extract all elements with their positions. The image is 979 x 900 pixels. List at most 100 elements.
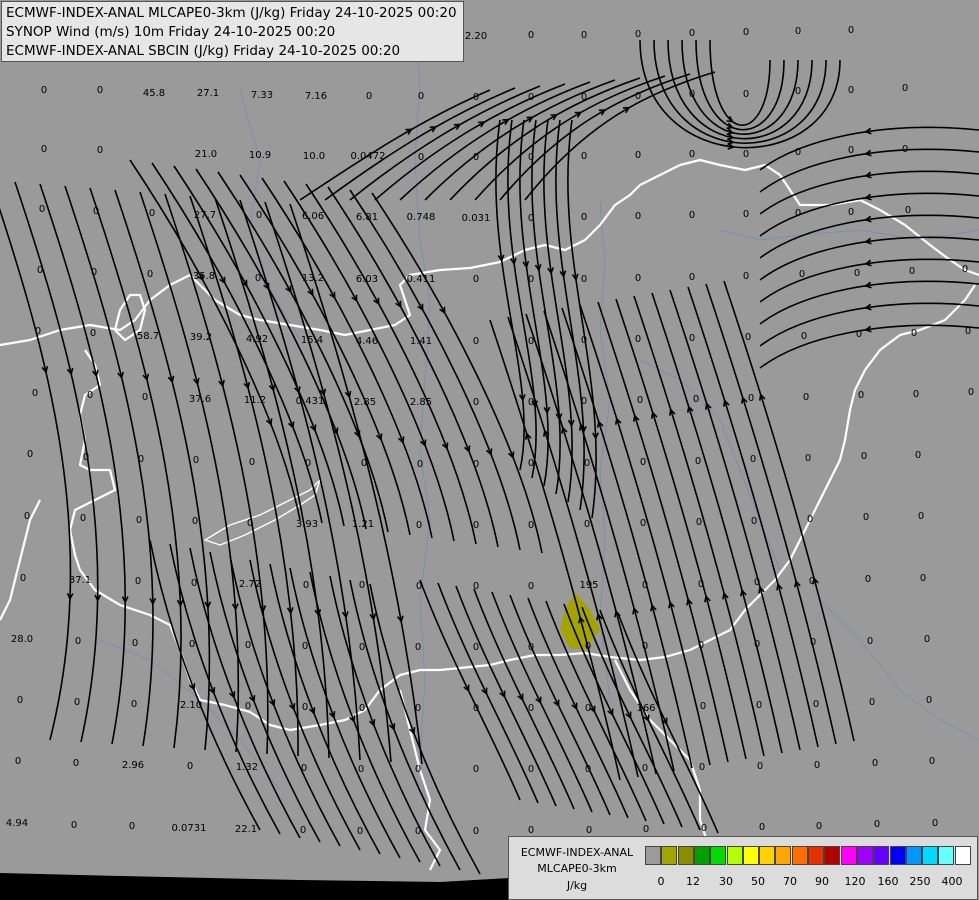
sbcin-value: 0 [473,520,479,531]
sbcin-value: 0 [585,641,591,652]
sbcin-value: 0 [32,388,38,399]
sbcin-value: 0 [473,274,479,285]
sbcin-value: 0 [93,206,99,217]
sbcin-value: 0 [795,147,801,158]
sbcin-value: 0 [74,697,80,708]
sbcin-value: 0 [699,762,705,773]
sbcin-value: 0 [905,205,911,216]
sbcin-value: 2.96 [122,760,144,771]
sbcin-value: 0 [303,580,309,591]
legend-swatch [710,846,727,865]
sbcin-value: 0 [795,86,801,97]
sbcin-value: 0 [581,396,587,407]
sbcin-value: 0 [743,27,749,38]
sbcin-value: 27.7 [194,210,216,221]
legend-swatch [742,846,759,865]
sbcin-value: 10.0 [303,151,325,162]
sbcin-value: 0 [748,393,754,404]
sbcin-value: 6.06 [302,211,324,222]
sbcin-value: 0 [473,336,479,347]
sbcin-value: 0 [359,580,365,591]
sbcin-value: 0 [415,703,421,714]
sbcin-value: 0 [585,764,591,775]
sbcin-value: 0 [689,149,695,160]
sbcin-value: 0 [586,825,592,836]
legend-swatch [677,846,694,865]
sbcin-value: 0 [584,458,590,469]
sbcin-value: 0 [856,329,862,340]
legend-tick-label: 90 [815,875,829,888]
sbcin-value: 0 [528,336,534,347]
sbcin-value: 0 [27,449,33,460]
legend-tick-label: 70 [783,875,797,888]
legend-tick-label: 400 [941,875,963,888]
sbcin-value: 0 [20,573,26,584]
sbcin-value: 0 [803,392,809,403]
sbcin-value: 0 [528,274,534,285]
sbcin-value: 0 [805,453,811,464]
sbcin-value: 0 [132,638,138,649]
sbcin-value: 0 [902,83,908,94]
sbcin-value: 0 [799,269,805,280]
sbcin-value: 1.41 [410,336,432,347]
sbcin-value: 0 [751,516,757,527]
sbcin-value: 0 [696,517,702,528]
sbcin-value: 0 [91,267,97,278]
sbcin-value: 45.8 [143,88,165,99]
title-sbcin: ECMWF-INDEX-ANAL SBCIN (J/kg) Friday 24-… [6,43,401,59]
sbcin-value: 0 [581,335,587,346]
sbcin-value: 4.92 [246,334,268,345]
sbcin-value: 0 [189,639,195,650]
sbcin-value: 15.4 [301,335,323,346]
sbcin-value: 0.411 [407,274,436,285]
sbcin-value: 27.1 [197,88,219,99]
sbcin-value: 0 [17,695,23,706]
title-synop-wind: SYNOP Wind (m/s) 10m Friday 24-10-2025 0… [6,24,336,40]
sbcin-value: 0 [138,454,144,465]
legend-swatch [661,846,678,865]
sbcin-value: 22.1 [235,824,257,835]
sbcin-value: 0 [965,326,971,337]
sbcin-value: 0 [743,271,749,282]
sbcin-value: 10.9 [249,150,271,161]
sbcin-value: 0 [911,328,917,339]
sbcin-value: 0 [581,212,587,223]
sbcin-value: 0 [302,641,308,652]
sbcin-value: 0 [473,152,479,163]
sbcin-value: 0 [247,518,253,529]
sbcin-value: 0 [814,760,820,771]
sbcin-value: 0 [861,451,867,462]
sbcin-value: 0 [858,390,864,401]
sbcin-value: 1.32 [236,762,258,773]
sbcin-value: 0 [913,389,919,400]
legend-swatch [889,846,906,865]
sbcin-value: 6.03 [356,274,378,285]
sbcin-value: 0 [302,702,308,713]
sbcin-value: 4.46 [356,336,378,347]
legend-swatch [873,846,890,865]
sbcin-value: 0 [810,637,816,648]
legend-swatch [775,846,792,865]
title-mlcape: ECMWF-INDEX-ANAL MLCAPE0-3km (J/kg) Frid… [6,5,457,21]
sbcin-value: 0 [581,151,587,162]
sbcin-value: 0 [35,326,41,337]
sbcin-value: 13.2 [302,273,324,284]
sbcin-value: 0 [637,395,643,406]
sbcin-value: 0 [415,764,421,775]
legend-tick-label: 0 [657,875,665,888]
legend-swatch [791,846,808,865]
sbcin-value: 0 [528,581,534,592]
sbcin-value: 195 [579,580,598,591]
sbcin-value: 0 [642,580,648,591]
sbcin-value: 0.748 [407,212,436,223]
sbcin-value: 0 [874,819,880,830]
sbcin-value: 0 [745,332,751,343]
sbcin-value: 0 [357,826,363,837]
legend-swatch [808,846,824,865]
sbcin-value: 0 [528,642,534,653]
sbcin-value: 0 [759,822,765,833]
sbcin-value: 0 [635,29,641,40]
sbcin-value: 0 [867,636,873,647]
sbcin-value: 0 [142,392,148,403]
sbcin-value: 0 [918,511,924,522]
